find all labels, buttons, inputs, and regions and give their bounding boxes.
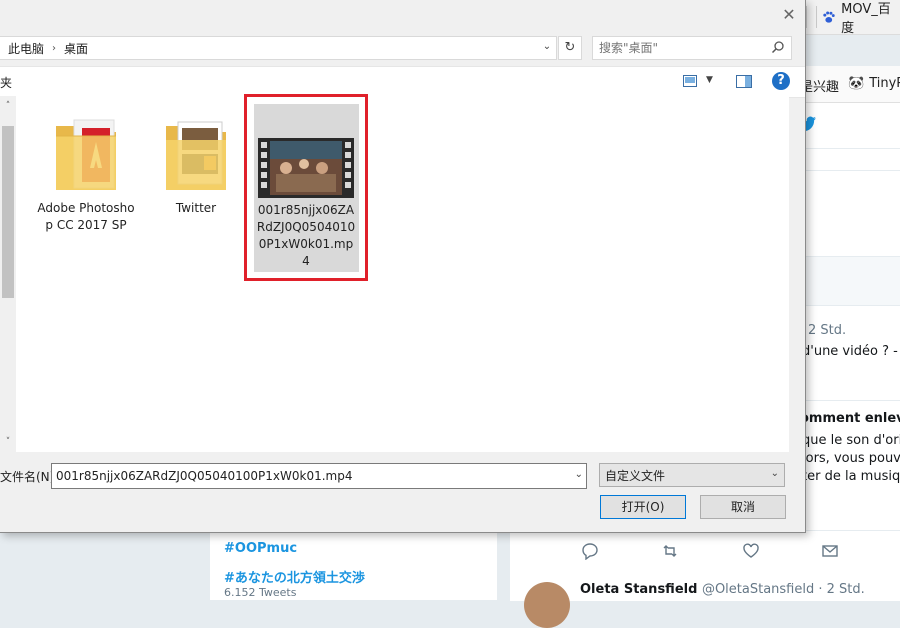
toolbar-label[interactable]: 夹 xyxy=(0,74,12,91)
trend-count: 6.152 Tweets xyxy=(224,586,297,599)
close-icon[interactable]: ✕ xyxy=(780,6,798,24)
file-label: 001r85njjx06ZARdZJ0Q05040100P1xW0k01.mp4 xyxy=(256,203,356,268)
card-heading[interactable]: omment enleve xyxy=(800,411,900,426)
filename-field[interactable]: ⌄ xyxy=(51,463,587,489)
file-label: Twitter xyxy=(175,201,217,215)
baidu-paw-icon xyxy=(823,11,835,23)
search-icon[interactable] xyxy=(771,40,785,54)
filename-label: 文件名(N): xyxy=(0,470,59,484)
divider xyxy=(795,148,900,149)
preview-pane-icon[interactable] xyxy=(736,75,752,88)
tweet-text: d'une vidéo ? - xyxy=(802,344,898,359)
filetype-value: 自定义文件 xyxy=(605,468,666,483)
tweet-time: 2 Std. xyxy=(808,323,847,338)
breadcrumb-item[interactable]: 此电脑 xyxy=(0,40,48,57)
message-icon[interactable] xyxy=(821,542,839,560)
trend-item[interactable]: #OOPmuc xyxy=(224,541,297,556)
dropdown-arrow-icon[interactable]: ▼ xyxy=(706,75,716,87)
file-item-selected[interactable]: 001r85njjx06ZARdZJ0Q05040100P1xW0k01.mp4 xyxy=(254,138,358,270)
open-button[interactable]: 打开(O) xyxy=(600,495,686,519)
help-icon[interactable]: ? xyxy=(772,72,790,90)
view-mode-icon[interactable] xyxy=(683,75,697,87)
avatar[interactable] xyxy=(524,582,570,628)
info-band xyxy=(795,256,900,306)
card-text: lors, vous pouve xyxy=(802,451,900,466)
tab-title: MOV_百度 xyxy=(841,2,891,36)
adobe-folder-icon xyxy=(56,119,116,190)
trend-item[interactable]: #あなたの北方領土交渉 xyxy=(224,567,365,586)
scroll-down-arrow[interactable]: ˅ xyxy=(2,436,14,448)
bookmark-item[interactable]: 🐼 TinyP xyxy=(848,76,900,91)
file-item[interactable]: Adobe Photoshop CC 2017 SP xyxy=(34,112,138,234)
chevron-down-icon[interactable]: ⌄ xyxy=(540,40,554,54)
breadcrumb-item[interactable]: 桌面 xyxy=(60,40,92,57)
file-label: Adobe Photoshop CC 2017 SP xyxy=(37,201,135,232)
divider xyxy=(795,400,900,401)
filename-input[interactable] xyxy=(52,468,563,484)
divider xyxy=(795,170,900,171)
tweet-author[interactable]: Oleta Stansfield @OletaStansfield · 2 St… xyxy=(580,582,865,597)
scrollbar-thumb[interactable] xyxy=(2,126,14,298)
chevron-down-icon: ⌄ xyxy=(770,468,779,479)
search-input[interactable] xyxy=(593,40,771,56)
card-text: ter de la musique xyxy=(802,469,900,484)
chevron-right-icon: › xyxy=(52,42,57,54)
panda-icon: 🐼 xyxy=(848,76,865,91)
folder-icon xyxy=(166,121,226,190)
cancel-button[interactable]: 取消 xyxy=(700,495,786,519)
chevron-down-icon[interactable]: ⌄ xyxy=(575,469,583,480)
retweet-icon[interactable] xyxy=(661,542,679,560)
search-field[interactable] xyxy=(592,36,792,60)
scroll-up-arrow[interactable]: ˄ xyxy=(2,100,14,112)
tab-separator xyxy=(806,6,807,28)
browser-tab[interactable]: MOV_百度 xyxy=(822,2,900,36)
like-icon[interactable] xyxy=(742,542,760,560)
breadcrumb[interactable]: 此电脑 › 桌面 xyxy=(0,36,557,60)
card-text: que le son d'orig xyxy=(802,433,900,448)
refresh-button[interactable]: ↻ xyxy=(558,36,582,60)
video-file-icon xyxy=(258,138,354,198)
scrollbar[interactable]: ˄ ˅ xyxy=(0,96,16,452)
reply-icon[interactable] xyxy=(581,542,599,560)
filetype-select[interactable]: 自定义文件 ⌄ xyxy=(599,463,785,487)
tab-separator xyxy=(816,6,817,28)
tweet-handle: @OletaStansfield · 2 Std. xyxy=(701,582,865,597)
file-item[interactable]: Twitter xyxy=(144,112,248,217)
